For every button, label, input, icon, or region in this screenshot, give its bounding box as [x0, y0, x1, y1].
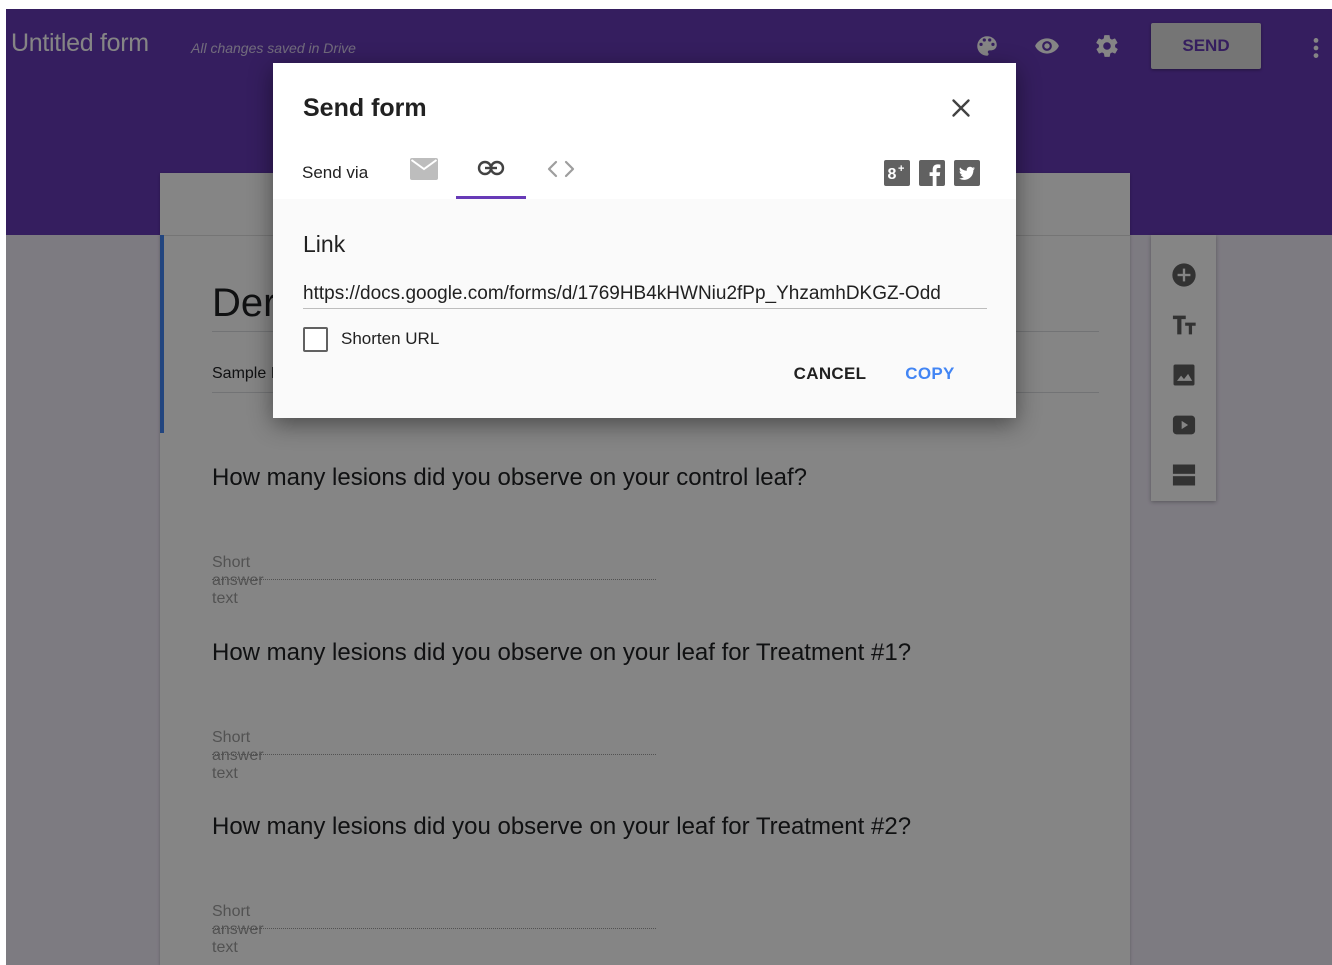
svg-text:8: 8 — [888, 166, 897, 183]
close-icon[interactable] — [949, 96, 973, 120]
link-icon — [477, 160, 505, 176]
embed-code-icon — [547, 160, 575, 178]
send-via-label: Send via — [302, 163, 369, 182]
google-plus-icon[interactable]: 8 + — [884, 160, 910, 186]
tab-email[interactable] — [400, 147, 456, 199]
svg-text:+: + — [898, 163, 904, 175]
dialog-title: Send form — [303, 94, 427, 122]
send-form-dialog: Send form Send via 8 + Link https://docs… — [273, 63, 1016, 418]
twitter-icon[interactable] — [954, 160, 980, 186]
tab-embed[interactable] — [526, 147, 596, 199]
shorten-url-checkbox[interactable] — [303, 327, 328, 352]
facebook-icon[interactable] — [919, 160, 945, 186]
copy-button[interactable]: COPY — [893, 357, 967, 391]
cancel-button[interactable]: CANCEL — [783, 357, 877, 391]
tab-link[interactable] — [456, 147, 526, 199]
form-link-input[interactable] — [303, 279, 987, 309]
active-tab-indicator — [456, 196, 526, 199]
shorten-url-label[interactable]: Shorten URL — [341, 329, 439, 349]
link-label: Link — [303, 231, 346, 257]
email-icon — [410, 158, 438, 180]
forms-editor: Untitled form All changes saved in Drive… — [6, 9, 1332, 965]
